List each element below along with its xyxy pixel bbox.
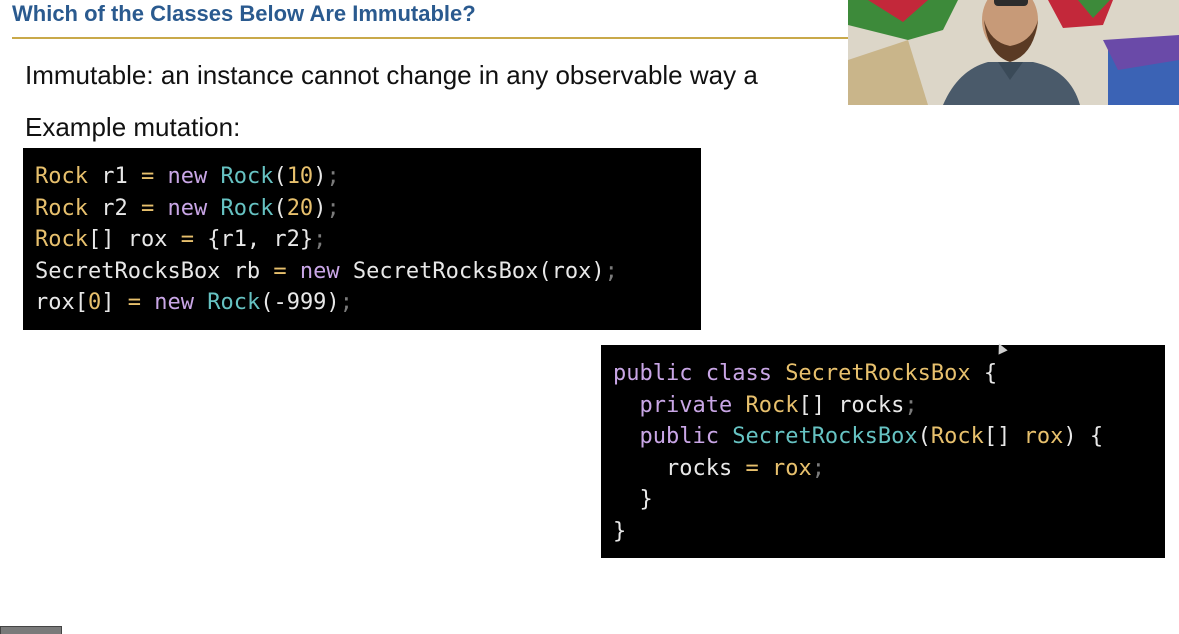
code-token: Rock	[35, 227, 88, 252]
code-token: rox[	[35, 290, 88, 315]
code-token: =	[180, 227, 194, 252]
code-token: {r1, r2}	[193, 227, 314, 252]
code-token: ) {	[1063, 424, 1104, 449]
presenter-webcam	[848, 0, 1179, 105]
code-token: ;	[313, 227, 327, 252]
code-token: =	[140, 164, 155, 189]
code-token: new	[140, 290, 208, 315]
code-token: Rock	[930, 424, 984, 449]
code-line: rocks = rox;	[613, 453, 1153, 485]
code-token: =	[127, 290, 141, 315]
code-token: (-999)	[260, 290, 340, 315]
code-token: )	[313, 164, 327, 189]
code-token: public	[639, 424, 733, 449]
code-token: (	[273, 195, 287, 221]
code-token: ;	[339, 290, 353, 315]
code-token: 20	[286, 195, 314, 221]
code-token: Rock	[35, 164, 88, 189]
code-token: rox	[771, 455, 812, 481]
definition-text: Immutable: an instance cannot change in …	[25, 60, 758, 90]
code-token: rox	[1023, 424, 1064, 449]
code-token: ;	[811, 455, 825, 481]
code-line: public class SecretRocksBox {	[613, 358, 1153, 390]
code-token: Rock	[220, 195, 274, 221]
code-line: private Rock[] rocks;	[613, 390, 1153, 422]
code-token: Rock	[207, 290, 261, 315]
code-token: [] rocks	[798, 392, 905, 418]
code-line: Rock[] rox = {r1, r2};	[35, 224, 689, 256]
code-token: new	[286, 258, 353, 284]
code-token: )	[313, 195, 327, 221]
code-line: Rock r2 = new Rock(20);	[35, 193, 689, 225]
code-token: =	[745, 455, 759, 481]
code-token: (	[917, 424, 931, 449]
code-token: ]	[101, 290, 128, 315]
presenter-video-icon	[848, 0, 1179, 105]
code-token: =	[140, 195, 155, 221]
code-token: [] rox	[87, 227, 181, 252]
code-token: {	[970, 361, 998, 386]
code-token: SecretRocksBox	[732, 424, 918, 449]
code-token: =	[273, 258, 287, 284]
code-line: rox[0] = new Rock(-999);	[35, 287, 689, 319]
code-token: []	[983, 424, 1024, 449]
example-label: Example mutation:	[25, 112, 241, 142]
code-token: rocks	[613, 455, 746, 481]
title-divider	[12, 37, 848, 39]
code-line: SecretRocksBox rb = new SecretRocksBox(r…	[35, 256, 689, 288]
code-token: SecretRocksBox	[785, 361, 971, 386]
code-token: new	[154, 195, 221, 221]
code-token: ;	[604, 258, 618, 284]
code-line: Rock r1 = new Rock(10);	[35, 161, 689, 193]
code-token: private	[639, 392, 746, 418]
code-token: Rock	[35, 195, 88, 221]
code-line: }	[613, 484, 1153, 516]
code-token: public class	[613, 361, 786, 386]
code-token: }	[613, 487, 653, 512]
code-token: ;	[904, 392, 918, 418]
code-token: r2	[87, 195, 141, 221]
slide-title: Which of the Classes Below Are Immutable…	[12, 1, 476, 26]
code-token: new	[154, 164, 221, 189]
code-token: SecretRocksBox rb	[35, 258, 274, 284]
code-token: }	[613, 518, 627, 544]
code-token: ;	[326, 164, 340, 189]
code-line: }	[613, 516, 1153, 548]
code-token: SecretRocksBox(rox)	[352, 258, 605, 284]
code-token: Rock	[220, 164, 274, 189]
code-token: (	[273, 164, 287, 189]
code-token: r1	[87, 164, 141, 189]
code-line: public SecretRocksBox(Rock[] rox) {	[613, 421, 1153, 453]
code-token: 0	[87, 290, 102, 315]
code-token: ;	[326, 195, 340, 221]
code-block-example: Rock r1 = new Rock(10); Rock r2 = new Roc…	[23, 148, 701, 330]
code-token: 10	[286, 164, 314, 189]
code-token: Rock	[745, 392, 799, 418]
code-block-secret-rocks-box: public class SecretRocksBox { private Ro…	[601, 345, 1165, 558]
